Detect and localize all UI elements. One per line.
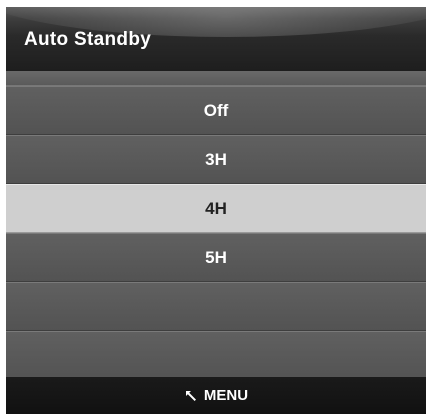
option-label: 3H [205,149,227,169]
return-arrow-icon [184,389,198,403]
option-5h[interactable]: 5H [6,233,426,282]
option-off[interactable]: Off [6,86,426,135]
footer-bar: MENU [6,377,426,414]
option-label: Off [203,100,229,120]
standby-options-list: Off 3H 4H 5H [6,86,426,380]
title-bar: Auto Standby [6,7,426,71]
option-3h[interactable]: 3H [6,135,426,184]
menu-back-button[interactable]: MENU [184,387,248,404]
option-label: 4H [205,198,227,218]
menu-label: MENU [203,387,249,404]
empty-row [6,331,426,380]
option-label: 5H [205,247,227,267]
page-title: Auto Standby [24,29,152,50]
empty-row [6,282,426,331]
auto-standby-screen: Auto Standby Off 3H 4H 5H MENU [6,7,426,414]
header-divider [6,71,426,86]
option-4h-selected[interactable]: 4H [6,184,426,233]
